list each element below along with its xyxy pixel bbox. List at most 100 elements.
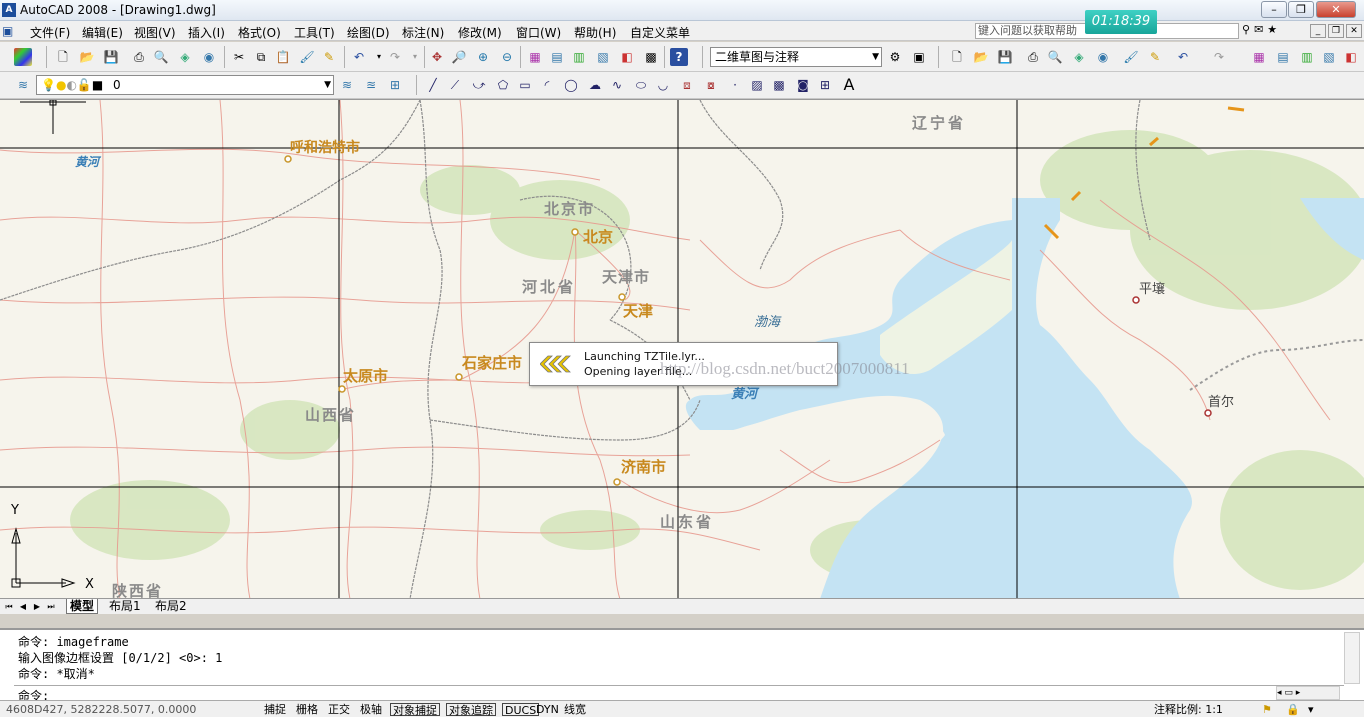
revision-cloud-icon[interactable]: ☁ xyxy=(586,76,604,94)
save-icon[interactable]: 💾 xyxy=(102,48,120,66)
publish-icon[interactable]: ◈ xyxy=(176,48,194,66)
menu-dimension[interactable]: 标注(N) xyxy=(402,24,444,41)
design-center-icon-2[interactable]: ▤ xyxy=(1274,48,1292,66)
doc-restore-button[interactable]: ❐ xyxy=(1328,24,1344,38)
toggle-lineweight[interactable]: 线宽 xyxy=(562,703,588,716)
zoom-realtime-icon[interactable]: 🔎 xyxy=(450,48,468,66)
match-properties-icon-2[interactable]: 🖌 xyxy=(1122,48,1140,66)
properties-icon-2[interactable]: ▦ xyxy=(1250,48,1268,66)
search-icon[interactable]: ⚲ xyxy=(1242,23,1254,36)
help-icon[interactable]: ? xyxy=(670,48,688,66)
menu-help[interactable]: 帮助(H) xyxy=(574,24,616,41)
menu-file[interactable]: 文件(F) xyxy=(30,24,70,41)
make-block-icon[interactable]: ⧇ xyxy=(702,76,720,94)
layer-select[interactable]: 💡●◐🔓■ 0 ▼ xyxy=(36,75,334,95)
markup-icon[interactable]: ◧ xyxy=(618,48,636,66)
toggle-polar[interactable]: 极轴 xyxy=(358,703,384,716)
redo-icon[interactable]: ↷ xyxy=(386,48,404,66)
open-icon-2[interactable]: 📂 xyxy=(972,48,990,66)
save-icon-2[interactable]: 💾 xyxy=(996,48,1014,66)
help-icons[interactable]: ⚲✉★ xyxy=(1242,23,1281,36)
toggle-ortho[interactable]: 正交 xyxy=(326,703,352,716)
table-icon[interactable]: ⊞ xyxy=(816,76,834,94)
first-tab-icon[interactable]: ⏮ xyxy=(4,601,14,612)
cut-icon[interactable]: ✂ xyxy=(230,48,248,66)
polygon-icon[interactable]: ⬠ xyxy=(494,76,512,94)
construction-line-icon[interactable]: ⟋ xyxy=(446,76,464,94)
layer-previous-icon[interactable]: ≊ xyxy=(362,76,380,94)
paste-icon[interactable]: 📋 xyxy=(274,48,292,66)
autocad-logo-icon[interactable]: A xyxy=(2,3,16,17)
color-palette-icon[interactable] xyxy=(14,48,32,66)
print-preview-icon[interactable]: 🔍 xyxy=(152,48,170,66)
command-scrollbar[interactable] xyxy=(1344,632,1360,684)
prev-tab-icon[interactable]: ◀ xyxy=(18,601,28,612)
region-icon[interactable]: ◙ xyxy=(794,76,812,94)
undo-icon-2[interactable]: ↶ xyxy=(1174,48,1192,66)
command-hscroll[interactable]: ◂ ▭ ▸ xyxy=(1276,686,1340,700)
redo-dropdown-icon[interactable]: ▾ xyxy=(406,48,424,66)
sheet-set-icon[interactable]: ▧ xyxy=(594,48,612,66)
print-icon[interactable]: ⎙ xyxy=(130,48,148,66)
calculator-icon[interactable]: ▩ xyxy=(642,48,660,66)
menu-insert[interactable]: 插入(I) xyxy=(188,24,225,41)
ellipse-arc-icon[interactable]: ◡ xyxy=(654,76,672,94)
markup-icon-2[interactable]: ◧ xyxy=(1342,48,1360,66)
block-editor-icon[interactable]: ✎ xyxy=(320,48,338,66)
tab-layout-1[interactable]: 布局1 xyxy=(106,599,144,614)
doc-minimize-button[interactable]: _ xyxy=(1310,24,1326,38)
menu-draw[interactable]: 绘图(D) xyxy=(347,24,390,41)
new-icon-2[interactable]: 🗋 xyxy=(948,48,966,66)
annotation-scale[interactable]: 注释比例: 1:1 xyxy=(1152,703,1225,716)
favorites-icon[interactable]: ★ xyxy=(1267,23,1281,36)
new-icon[interactable]: 🗋 xyxy=(54,48,72,66)
pan-icon[interactable]: ✥ xyxy=(428,48,446,66)
minimize-button[interactable]: – xyxy=(1261,1,1287,18)
multiline-text-icon[interactable]: A xyxy=(840,76,858,94)
next-tab-icon[interactable]: ▶ xyxy=(32,601,42,612)
menu-tools[interactable]: 工具(T) xyxy=(294,24,335,41)
publish-icon-2[interactable]: ◈ xyxy=(1070,48,1088,66)
make-object-layer-current-icon[interactable]: ≋ xyxy=(338,76,356,94)
tool-palettes-icon-2[interactable]: ▥ xyxy=(1298,48,1316,66)
workspace-settings-icon[interactable]: ⚙ xyxy=(886,48,904,66)
tab-layout-2[interactable]: 布局2 xyxy=(152,599,190,614)
3d-dwf-icon[interactable]: ◉ xyxy=(200,48,218,66)
gradient-icon[interactable]: ▩ xyxy=(770,76,788,94)
tool-palettes-icon[interactable]: ▥ xyxy=(570,48,588,66)
document-icon[interactable]: ▣ xyxy=(2,24,13,38)
tab-model[interactable]: 模型 xyxy=(66,599,99,614)
coordinates-readout[interactable]: 4608D427, 5282228.5077, 0.0000 xyxy=(4,703,198,716)
sheet-set-icon-2[interactable]: ▧ xyxy=(1320,48,1338,66)
redo-icon-2[interactable]: ↷ xyxy=(1210,48,1228,66)
maximize-button[interactable]: ❐ xyxy=(1288,1,1314,18)
zoom-window-icon[interactable]: ⊕ xyxy=(474,48,492,66)
menu-edit[interactable]: 编辑(E) xyxy=(82,24,123,41)
arc-icon[interactable]: ◜ xyxy=(538,76,556,94)
properties-icon[interactable]: ▦ xyxy=(526,48,544,66)
doc-close-button[interactable]: ✕ xyxy=(1346,24,1362,38)
open-icon[interactable]: 📂 xyxy=(78,48,96,66)
menu-format[interactable]: 格式(O) xyxy=(238,24,281,41)
annotation-visibility-icon[interactable]: ⚑ xyxy=(1260,703,1274,716)
zoom-previous-icon[interactable]: ⊖ xyxy=(498,48,516,66)
line-icon[interactable]: ╱ xyxy=(424,76,442,94)
undo-icon[interactable]: ↶ xyxy=(350,48,368,66)
hatch-icon[interactable]: ▨ xyxy=(748,76,766,94)
close-button[interactable]: ✕ xyxy=(1316,1,1356,18)
point-icon[interactable]: · xyxy=(726,76,744,94)
tray-settings-icon[interactable]: ▾ xyxy=(1306,703,1316,716)
layer-states-icon[interactable]: ⊞ xyxy=(386,76,404,94)
toggle-dyn[interactable]: DYN xyxy=(534,703,561,716)
workspace-select[interactable]: 二维草图与注释 ▼ xyxy=(710,47,882,67)
copy-icon[interactable]: ⧉ xyxy=(252,48,270,66)
design-center-icon[interactable]: ▤ xyxy=(548,48,566,66)
toggle-osnap[interactable]: 对象捕捉 xyxy=(390,703,440,717)
rectangle-icon[interactable]: ▭ xyxy=(516,76,534,94)
polyline-icon[interactable]: ⤻ xyxy=(470,76,488,94)
menu-modify[interactable]: 修改(M) xyxy=(458,24,502,41)
insert-block-icon[interactable]: ⧈ xyxy=(678,76,696,94)
comm-center-icon[interactable]: ✉ xyxy=(1254,23,1267,36)
block-editor-icon-2[interactable]: ✎ xyxy=(1146,48,1164,66)
layer-manager-icon[interactable]: ≋ xyxy=(14,76,32,94)
